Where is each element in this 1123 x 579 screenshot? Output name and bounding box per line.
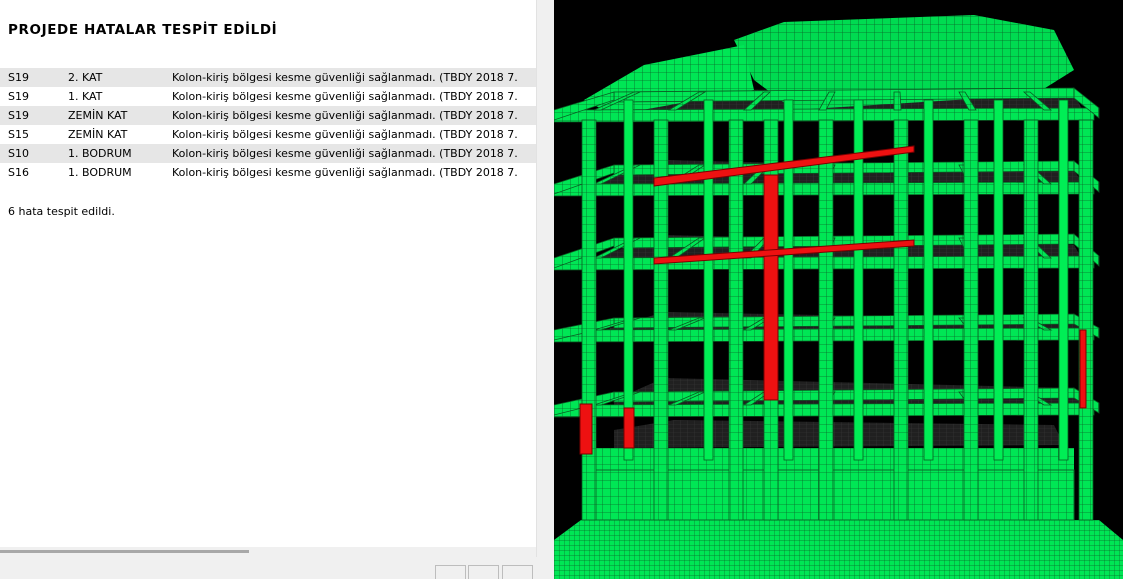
table-row[interactable]: S19 ZEMİN KAT Kolon-kiriş bölgesi kesme … [0, 106, 536, 125]
column [993, 99, 1004, 461]
column-id-cell: S15 [0, 125, 68, 144]
column [623, 99, 634, 461]
message-cell: Kolon-kiriş bölgesi kesme güvenliği sağl… [172, 125, 536, 144]
status-panel [435, 565, 466, 579]
column [1078, 119, 1094, 521]
pane-splitter[interactable] [536, 0, 554, 579]
table-row[interactable]: S19 1. KAT Kolon-kiriş bölgesi kesme güv… [0, 87, 536, 106]
status-panel [502, 565, 533, 579]
column [818, 119, 834, 521]
column [728, 119, 744, 521]
report-title: PROJEDE HATALAR TESPİT EDİLDİ [8, 22, 278, 38]
table-row[interactable]: S16 1. BODRUM Kolon-kiriş bölgesi kesme … [0, 163, 536, 182]
floor-cell: ZEMİN KAT [68, 106, 172, 125]
structural-model-3d-view[interactable] [554, 0, 1123, 579]
status-panel [468, 565, 499, 579]
column [923, 99, 934, 461]
floor-cell: 1. BODRUM [68, 144, 172, 163]
column-id-cell: S10 [0, 144, 68, 163]
scrollbar-thumb[interactable] [0, 550, 249, 553]
column-id-cell: S19 [0, 87, 68, 106]
horizontal-scrollbar[interactable] [0, 547, 536, 557]
floor-cell: 1. KAT [68, 87, 172, 106]
message-cell: Kolon-kiriş bölgesi kesme güvenliği sağl… [172, 163, 536, 182]
column [963, 119, 979, 521]
cross-beam [893, 91, 902, 111]
column [703, 99, 714, 461]
floor-cell: ZEMİN KAT [68, 125, 172, 144]
message-cell: Kolon-kiriş bölgesi kesme güvenliği sağl… [172, 87, 536, 106]
status-bar [0, 557, 554, 579]
table-row[interactable]: S15 ZEMİN KAT Kolon-kiriş bölgesi kesme … [0, 125, 536, 144]
error-report-pane: PROJEDE HATALAR TESPİT EDİLDİ S19 2. KAT… [0, 0, 536, 547]
message-cell: Kolon-kiriş bölgesi kesme güvenliği sağl… [172, 106, 536, 125]
column-id-cell: S16 [0, 163, 68, 182]
model-canvas[interactable] [554, 0, 1123, 579]
message-cell: Kolon-kiriş bölgesi kesme güvenliği sağl… [172, 68, 536, 87]
column [893, 119, 909, 521]
column [783, 99, 794, 461]
column [1058, 99, 1069, 461]
column [581, 119, 597, 521]
message-cell: Kolon-kiriş bölgesi kesme güvenliği sağl… [172, 144, 536, 163]
error-table: S19 2. KAT Kolon-kiriş bölgesi kesme güv… [0, 68, 536, 182]
table-row[interactable]: S10 1. BODRUM Kolon-kiriş bölgesi kesme … [0, 144, 536, 163]
foundation-raft [554, 520, 1123, 579]
table-row[interactable]: S19 2. KAT Kolon-kiriş bölgesi kesme güv… [0, 68, 536, 87]
column-id-cell: S19 [0, 106, 68, 125]
floor-cell: 1. BODRUM [68, 163, 172, 182]
floor-cell: 2. KAT [68, 68, 172, 87]
error-count-summary: 6 hata tespit edildi. [8, 205, 115, 218]
column-id-cell: S19 [0, 68, 68, 87]
column [1023, 119, 1039, 521]
